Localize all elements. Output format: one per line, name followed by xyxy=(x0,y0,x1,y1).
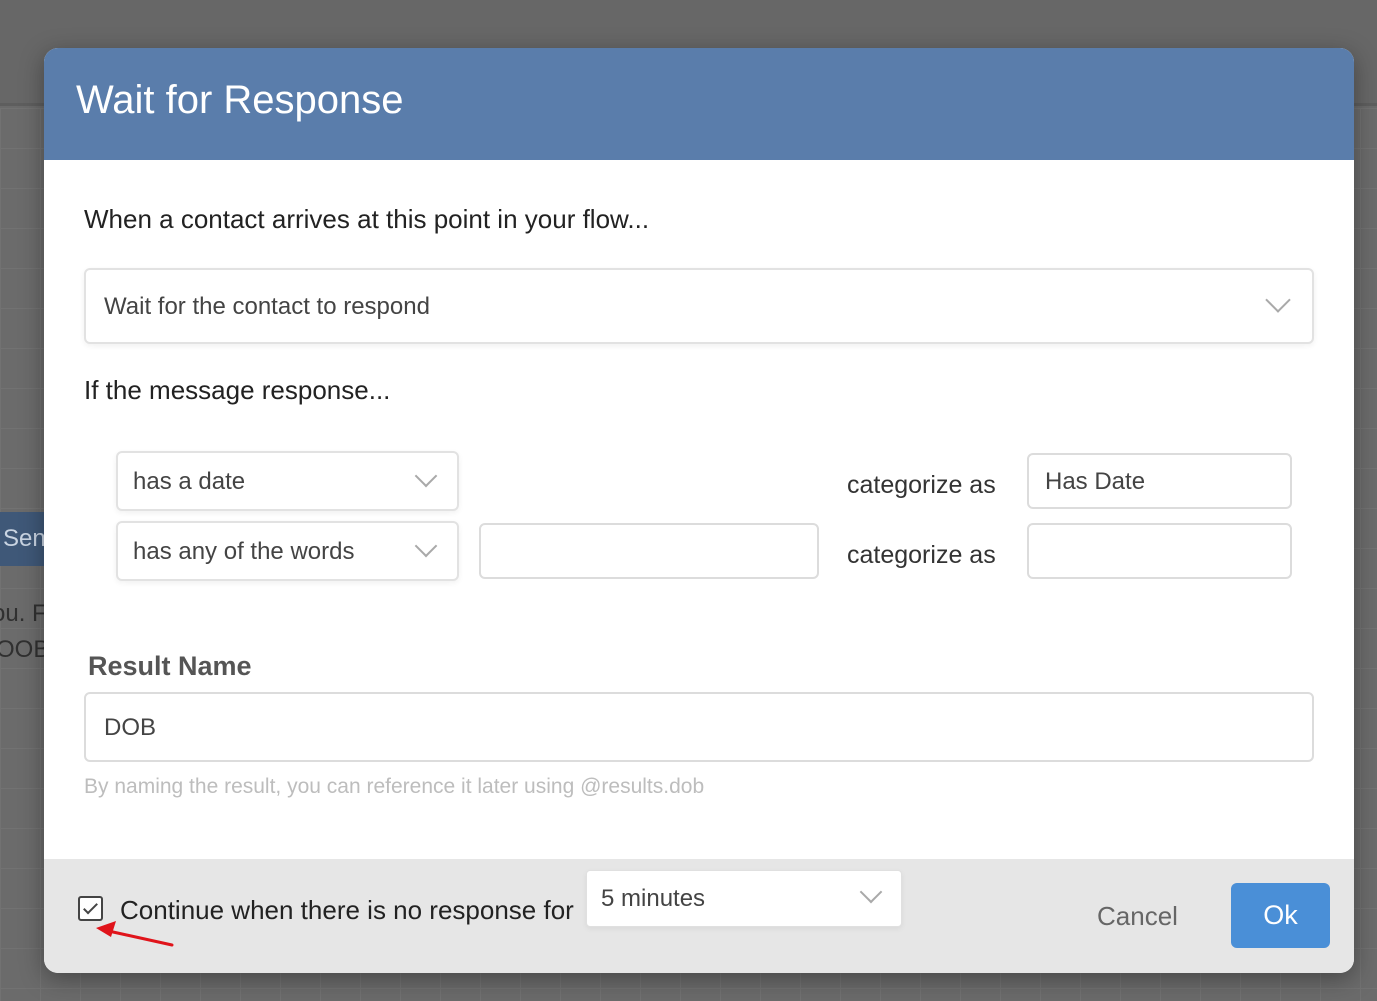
category-name-input[interactable] xyxy=(1027,523,1292,579)
result-name-label: Result Name xyxy=(88,651,252,681)
categorize-as-label: categorize as xyxy=(847,471,996,499)
background-node-text-line: ou. F xyxy=(0,600,44,627)
category-name-input[interactable]: Has Date xyxy=(1027,453,1292,509)
chevron-down-icon xyxy=(414,534,438,558)
wait-type-value: Wait for the contact to respond xyxy=(104,293,430,320)
cancel-button[interactable]: Cancel xyxy=(1097,901,1178,932)
dialog-title: Wait for Response xyxy=(76,78,404,122)
chevron-down-icon xyxy=(859,880,883,904)
ok-button[interactable]: Ok xyxy=(1231,883,1330,948)
result-name-value: DOB xyxy=(104,714,157,741)
red-arrow-icon xyxy=(96,921,174,947)
rule-operator-value: has any of the words xyxy=(133,538,355,565)
wait-type-select[interactable]: Wait for the contact to respond xyxy=(84,268,1314,344)
chevron-down-icon xyxy=(414,464,438,488)
dialog-header: Wait for Response xyxy=(44,48,1354,160)
wait-for-response-dialog: Wait for Response When a contact arrives… xyxy=(44,48,1354,973)
background-node-text: ou. F OOB xyxy=(0,596,44,676)
arrives-label: When a contact arrives at this point in … xyxy=(84,204,650,234)
category-name-value: Has Date xyxy=(1045,468,1146,495)
rule-operator-value: has a date xyxy=(133,468,246,495)
if-response-label: If the message response... xyxy=(84,375,391,405)
rule-operator-select[interactable]: has a date xyxy=(116,451,459,511)
background-node-text-line: OOB xyxy=(0,636,44,663)
timeout-value: 5 minutes xyxy=(601,885,706,912)
timeout-select[interactable]: 5 minutes xyxy=(586,870,902,927)
result-name-hint: By naming the result, you can reference … xyxy=(84,775,705,798)
dialog-footer: Continue when there is no response for 5… xyxy=(44,859,1354,973)
categorize-as-label: categorize as xyxy=(847,541,996,569)
continue-label: Continue when there is no response for xyxy=(120,895,574,925)
background-node-header: Sen xyxy=(0,512,44,566)
chevron-down-icon xyxy=(1265,287,1291,313)
background-node-header-text: Sen xyxy=(3,525,44,552)
rule-argument-input[interactable] xyxy=(479,523,819,579)
check-icon xyxy=(83,899,98,915)
rule-operator-select[interactable]: has any of the words xyxy=(116,521,459,581)
result-name-input[interactable]: DOB xyxy=(84,692,1314,762)
